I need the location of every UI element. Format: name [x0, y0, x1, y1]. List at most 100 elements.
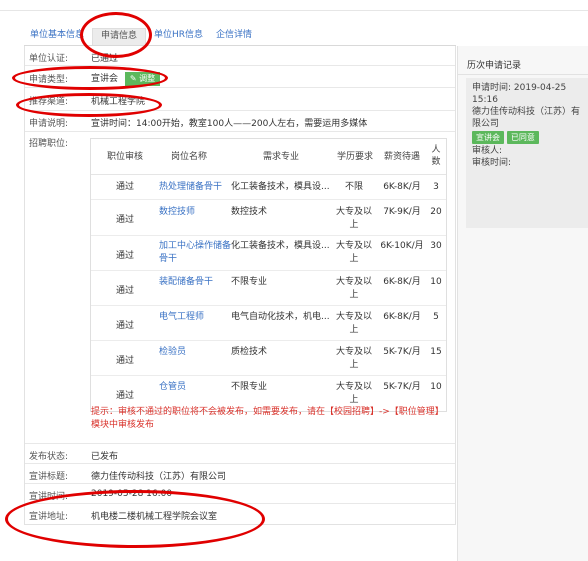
position-link[interactable]: 装配储备骨干	[159, 276, 231, 289]
desc-value: 宣讲时间：14:00开始，教室100人——200人左右，需要运用多媒体	[91, 119, 368, 129]
position-salary: 6K-10K/月	[380, 241, 424, 251]
audit-status: 通过	[115, 215, 134, 225]
position-num: 3	[433, 182, 439, 192]
tab-bar: 单位基本信息 申请信息 单位HR信息 企信详情	[26, 28, 456, 46]
row-cert: 单位认证: 已通过	[25, 46, 455, 66]
table-row: 通过 热处理储备骨干 化工装备技术，模具设... 不限 6K-8K/月 3	[91, 175, 446, 200]
reviewer: 审核人:	[472, 146, 503, 156]
adjust-button-label: 调整	[139, 74, 156, 83]
row-positions: 招聘职位: 职位审核 岗位名称 需求专业 学历要求 薪资待遇 人数 通过 热处理…	[25, 132, 455, 444]
table-row: 通过 检验员 质检技术 大专及以上 5K-7K/月 15	[91, 341, 446, 376]
header-num: 人数	[431, 145, 441, 167]
channel-label: 推荐渠道:	[29, 97, 69, 107]
position-salary: 6K-8K/月	[383, 182, 421, 192]
record-badges: 宣讲会 已同意	[472, 131, 582, 144]
audit-status: 通过	[115, 286, 134, 296]
position-salary: 7K-9K/月	[383, 207, 421, 217]
tab-application[interactable]: 申请信息	[92, 28, 147, 46]
position-num: 10	[430, 382, 442, 392]
header-name: 岗位名称	[170, 152, 207, 162]
position-salary: 6K-8K/月	[383, 312, 421, 322]
row-topic: 宣讲标题: 德力佳传动科技（江苏）有限公司	[25, 464, 455, 484]
header-salary: 薪资待遇	[383, 152, 420, 162]
audit-status: 通过	[115, 182, 134, 192]
position-num: 20	[430, 207, 442, 217]
desc-label: 申请说明:	[29, 119, 69, 129]
cert-label: 单位认证:	[29, 54, 69, 64]
place-label: 宣讲地址:	[29, 512, 69, 522]
position-num: 5	[433, 312, 439, 322]
table-row: 通过 装配储备骨干 不限专业 大专及以上 6K-8K/月 10	[91, 271, 446, 306]
cert-value: 已通过	[91, 54, 119, 64]
position-link[interactable]: 数控技师	[159, 206, 231, 219]
tab-enterprise-details[interactable]: 企信详情	[216, 28, 252, 46]
position-edu: 大专及以上	[335, 347, 372, 370]
history-panel: 历次申请记录 申请时间: 2019-04-25 15:16 德力佳传动科技（江苏…	[457, 46, 588, 561]
positions-table: 职位审核 岗位名称 需求专业 学历要求 薪资待遇 人数 通过 热处理储备骨干 化…	[90, 138, 447, 412]
position-salary: 6K-8K/月	[383, 277, 421, 287]
review-time: 审核时间:	[472, 158, 512, 168]
header-major: 需求专业	[262, 152, 299, 162]
row-time: 宣讲时间: 2019-05-28 16:00	[25, 484, 455, 504]
position-num: 10	[430, 277, 442, 287]
type-label: 申请类型:	[29, 75, 69, 85]
adjust-button[interactable]: ✎ 调整	[124, 72, 161, 86]
edit-icon: ✎	[129, 74, 137, 83]
top-divider	[0, 10, 588, 11]
position-edu: 大专及以上	[335, 312, 372, 335]
position-major: 化工装备技术，模具设...	[231, 182, 330, 192]
position-num: 15	[430, 347, 442, 357]
type-badge: 宣讲会	[472, 131, 504, 144]
record-company: 德力佳传动科技（江苏）有限公司	[472, 107, 581, 129]
tab-company-hr[interactable]: 单位HR信息	[154, 28, 203, 46]
audit-status: 通过	[115, 356, 134, 366]
position-major: 数控技术	[231, 207, 268, 217]
row-publish: 发布状态: 已发布	[25, 444, 455, 464]
tab-company-basic[interactable]: 单位基本信息	[30, 28, 84, 46]
position-edu: 不限	[344, 182, 363, 192]
apply-time: 申请时间: 2019-04-25 15:16	[472, 83, 567, 105]
time-label: 宣讲时间:	[29, 492, 69, 502]
position-edu: 大专及以上	[335, 207, 372, 230]
positions-label: 招聘职位:	[29, 139, 69, 149]
position-major: 电气自动化技术，机电...	[231, 312, 330, 322]
audit-status: 通过	[115, 251, 134, 261]
row-desc: 申请说明: 宣讲时间：14:00开始，教室100人——200人左右，需要运用多媒…	[25, 111, 455, 132]
header-audit: 职位审核	[106, 152, 143, 162]
row-type: 申请类型: 宣讲会 ✎ 调整	[25, 66, 455, 88]
position-edu: 大专及以上	[335, 241, 372, 264]
table-row: 通过 加工中心操作储备骨干 化工装备技术，模具设... 大专及以上 6K-10K…	[91, 236, 446, 271]
place-value: 机电楼二楼机械工程学院会议室	[91, 512, 218, 522]
audit-status: 通过	[115, 391, 134, 401]
row-place: 宣讲地址: 机电楼二楼机械工程学院会议室	[25, 504, 455, 524]
history-title: 历次申请记录	[467, 61, 522, 71]
position-major: 化工装备技术，模具设...	[231, 241, 330, 251]
table-row: 通过 数控技师 数控技术 大专及以上 7K-9K/月 20	[91, 200, 446, 236]
table-row: 通过 电气工程师 电气自动化技术，机电... 大专及以上 6K-8K/月 5	[91, 306, 446, 341]
row-channel: 推荐渠道: 机械工程学院	[25, 88, 455, 111]
history-divider	[458, 74, 588, 75]
audit-status: 通过	[115, 321, 134, 331]
position-major: 不限专业	[231, 277, 268, 287]
header-edu: 学历要求	[336, 152, 373, 162]
type-value-group: 宣讲会 ✎ 调整	[91, 71, 161, 86]
topic-value: 德力佳传动科技（江苏）有限公司	[91, 472, 227, 482]
position-major: 不限专业	[231, 382, 268, 392]
channel-value: 机械工程学院	[91, 97, 146, 107]
application-info-panel: 单位认证: 已通过 申请类型: 宣讲会 ✎ 调整 推荐渠道: 机械工程学院 申请…	[24, 46, 456, 525]
time-value: 2019-05-28 16:00	[91, 489, 173, 499]
position-link[interactable]: 仓管员	[159, 381, 231, 394]
position-link[interactable]: 加工中心操作储备骨干	[159, 240, 231, 266]
position-edu: 大专及以上	[335, 382, 372, 405]
positions-header: 职位审核 岗位名称 需求专业 学历要求 薪资待遇 人数	[91, 139, 446, 175]
position-major: 质检技术	[231, 347, 268, 357]
publish-label: 发布状态:	[29, 452, 69, 462]
position-link[interactable]: 热处理储备骨干	[159, 181, 231, 194]
publish-value: 已发布	[91, 452, 119, 462]
position-edu: 大专及以上	[335, 277, 372, 300]
topic-label: 宣讲标题:	[29, 472, 69, 482]
position-link[interactable]: 电气工程师	[159, 311, 231, 324]
type-value: 宣讲会	[91, 74, 119, 84]
history-record-card[interactable]: 申请时间: 2019-04-25 15:16 德力佳传动科技（江苏）有限公司 宣…	[466, 78, 588, 228]
position-link[interactable]: 检验员	[159, 346, 231, 359]
